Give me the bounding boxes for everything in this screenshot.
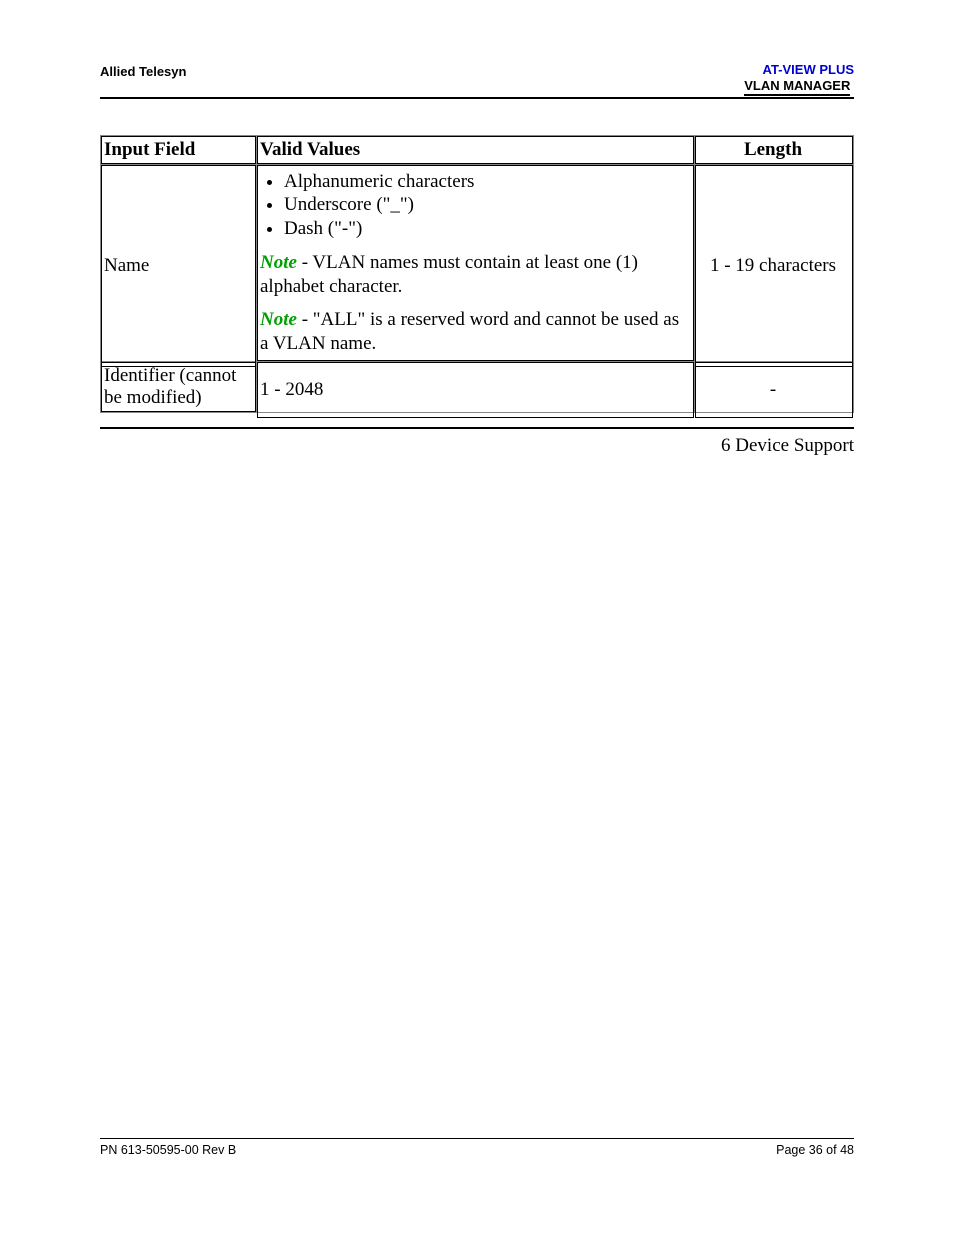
cell-input-field: Name (101, 165, 257, 362)
header-product: AT-VIEW PLUS VLAN MANAGER (744, 62, 854, 95)
input-fields-table: Input Field Valid Values Length Name Alp… (100, 135, 854, 413)
list-item: Dash ("-") (284, 217, 689, 241)
cell-input-field: Identifier (cannot be modified) (101, 362, 257, 413)
page-footer: PN 613-50595-00 Rev B Page 36 of 48 (100, 1138, 854, 1157)
note-paragraph: Note - "ALL" is a reserved word and cann… (260, 308, 689, 356)
valid-values-list: Alphanumeric characters Underscore ("_")… (260, 170, 689, 241)
cell-length: 1 - 19 characters (695, 165, 854, 362)
footer-part-number: PN 613-50595-00 Rev B (100, 1143, 236, 1157)
list-item: Underscore ("_") (284, 193, 689, 217)
header-product-line2: VLAN MANAGER (744, 78, 854, 94)
note-label: Note (260, 252, 297, 273)
header-product-line1: AT-VIEW PLUS (744, 62, 854, 78)
th-valid-values: Valid Values (257, 136, 695, 165)
cell-valid-values: Alphanumeric characters Underscore ("_")… (257, 165, 695, 362)
table-header-row: Input Field Valid Values Length (101, 136, 854, 165)
th-length: Length (695, 136, 854, 165)
footer-page-number: Page 36 of 48 (776, 1143, 854, 1157)
section-divider (100, 427, 854, 429)
header-company: Allied Telesyn (100, 62, 186, 79)
table-row: Name Alphanumeric characters Underscore … (101, 165, 854, 362)
note-paragraph: Note - VLAN names must contain at least … (260, 251, 689, 299)
list-item: Alphanumeric characters (284, 170, 689, 194)
cell-valid-values: 1 - 2048 (257, 362, 695, 413)
note-text: - VLAN names must contain at least one (… (260, 252, 638, 297)
table-row: Identifier (cannot be modified) 1 - 2048… (101, 362, 854, 413)
section-title: 6 Device Support (100, 435, 854, 457)
note-label: Note (260, 309, 297, 330)
note-text: - "ALL" is a reserved word and cannot be… (260, 309, 679, 354)
cell-length: - (695, 362, 854, 413)
th-input-field: Input Field (101, 136, 257, 165)
page-header: Allied Telesyn AT-VIEW PLUS VLAN MANAGER (100, 62, 854, 99)
